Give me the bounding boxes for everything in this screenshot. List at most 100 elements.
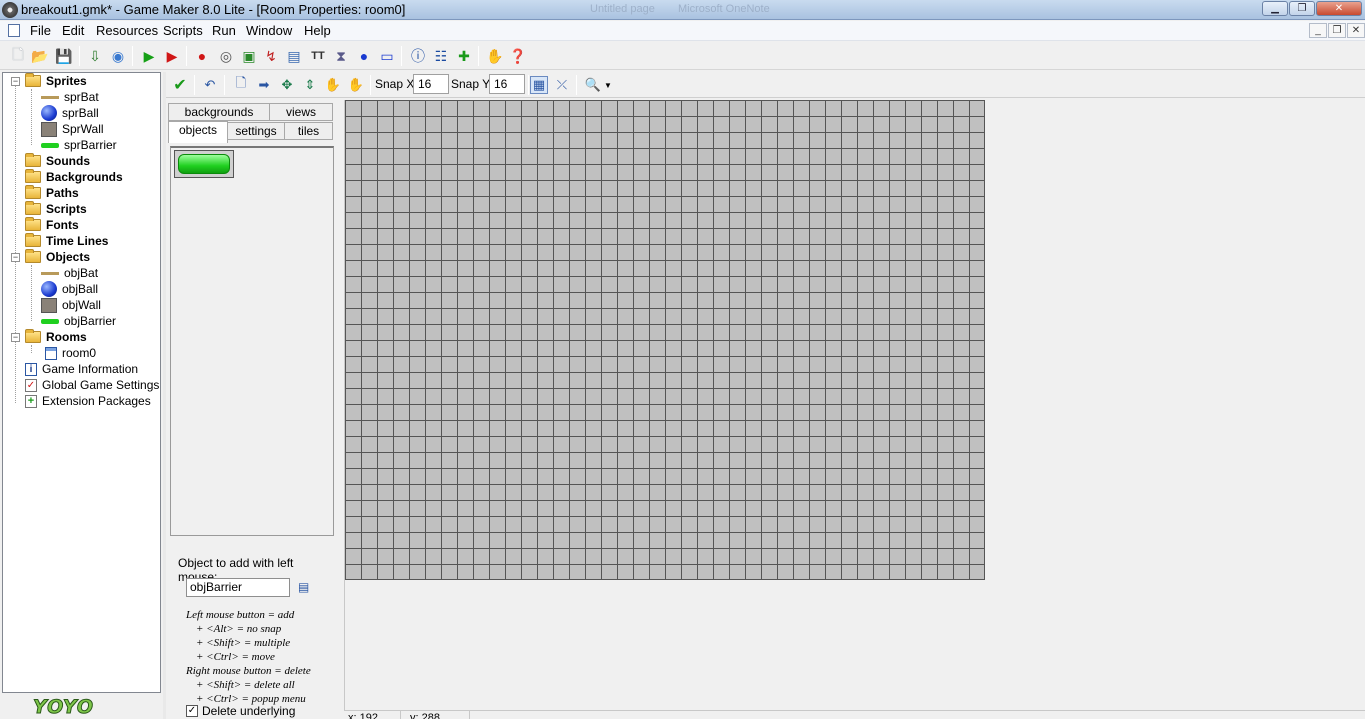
undo-icon[interactable]: ↶: [201, 76, 219, 94]
tree-item-room0[interactable]: room0: [45, 345, 96, 361]
expander-objects[interactable]: −: [11, 253, 20, 262]
tree-item-label: objWall: [62, 298, 101, 312]
menu-file[interactable]: File: [30, 23, 51, 38]
object-select-field[interactable]: objBarrier: [186, 578, 290, 597]
tree-item-objbat[interactable]: objBat: [41, 265, 98, 281]
unlock-instances-icon[interactable]: ✋: [347, 76, 365, 94]
room-grid[interactable]: [345, 100, 985, 580]
create-executable-icon[interactable]: ⇩: [86, 47, 104, 65]
sort-x-icon[interactable]: ✥: [278, 76, 296, 94]
save-icon[interactable]: 💾: [55, 47, 73, 65]
close-button[interactable]: ✕: [1316, 1, 1362, 16]
open-icon[interactable]: 📂: [31, 47, 49, 65]
tree-folder-scripts[interactable]: Scripts: [25, 201, 87, 217]
game-information-icon[interactable]: ⓘ: [409, 47, 427, 65]
tab-tiles[interactable]: tiles: [284, 122, 333, 140]
mdi-document-icon[interactable]: [8, 24, 20, 37]
tab-views[interactable]: views: [269, 103, 333, 121]
room-canvas-area[interactable]: [344, 100, 1365, 711]
tree-folder-fonts[interactable]: Fonts: [25, 217, 79, 233]
toggle-grid-icon[interactable]: ▦: [530, 76, 548, 94]
tree-item-extension-packages[interactable]: + Extension Packages: [25, 393, 151, 409]
tree-folder-paths[interactable]: Paths: [25, 185, 79, 201]
tree-folder-sprites[interactable]: Sprites: [25, 73, 87, 89]
tree-folder-timelines[interactable]: Time Lines: [25, 233, 108, 249]
mdi-minimize-button[interactable]: _: [1309, 23, 1327, 38]
tab-objects[interactable]: objects: [168, 121, 228, 143]
create-font-icon[interactable]: TT: [309, 47, 327, 65]
menu-run[interactable]: Run: [212, 23, 236, 38]
new-icon[interactable]: 🗋: [9, 46, 27, 65]
global-settings-icon[interactable]: ☷: [432, 47, 450, 65]
expander-sprites[interactable]: −: [11, 77, 20, 86]
create-background-icon[interactable]: ▣: [240, 47, 258, 65]
tree-folder-sounds[interactable]: Sounds: [25, 153, 90, 169]
lock-instances-icon[interactable]: ✋: [324, 76, 342, 94]
create-script-icon[interactable]: ▤: [285, 47, 303, 65]
main-toolbar: 🗋 📂 💾 ⇩ ◉ ▶ ▶ ● ◎ ▣ ↯ ▤ TT ⧗ ● ▭ ⓘ ☷ ✚ ✋…: [0, 42, 1365, 70]
gamemaker-app-icon[interactable]: [2, 2, 18, 18]
ok-checkmark-icon[interactable]: ✔: [171, 76, 189, 94]
barrier-object-preview[interactable]: [174, 150, 234, 178]
menu-help[interactable]: Help: [304, 23, 331, 38]
create-sound-icon[interactable]: ◎: [217, 47, 235, 65]
tree-item-sprbarrier[interactable]: sprBarrier: [41, 137, 117, 153]
advanced-mode-icon[interactable]: ✋: [486, 47, 504, 65]
publish-icon[interactable]: ◉: [109, 47, 127, 65]
checkbox-checked-icon[interactable]: ✓: [186, 705, 198, 717]
zoom-icon[interactable]: 🔍: [584, 76, 602, 94]
tab-backgrounds[interactable]: backgrounds: [168, 103, 270, 121]
help-icon[interactable]: ❓: [509, 47, 527, 65]
object-preview-area[interactable]: [170, 146, 334, 536]
tree-item-label: room0: [62, 346, 97, 360]
tree-item-sprwall[interactable]: SprWall: [41, 121, 104, 137]
shift-instances-icon[interactable]: ➡: [255, 76, 273, 94]
bat-object-icon: [41, 271, 59, 275]
extension-packages-icon[interactable]: ✚: [455, 47, 473, 65]
delete-underlying-checkbox[interactable]: ✓ Delete underlying: [186, 704, 295, 718]
mdi-close-button[interactable]: ✕: [1347, 23, 1365, 38]
clear-room-icon[interactable]: 🗋: [232, 75, 250, 94]
sort-y-icon[interactable]: ⇕: [301, 76, 319, 94]
toolbar-separator: [194, 75, 195, 95]
tree-line: [31, 345, 32, 353]
run-icon[interactable]: ▶: [140, 47, 158, 65]
tree-item-objbarrier[interactable]: objBarrier: [41, 313, 116, 329]
menu-resources[interactable]: Resources: [96, 23, 158, 38]
expander-rooms[interactable]: −: [11, 333, 20, 342]
delete-underlying-label: Delete underlying: [202, 704, 296, 718]
run-debug-icon[interactable]: ▶: [163, 47, 181, 65]
menu-window[interactable]: Window: [246, 23, 292, 38]
snap-y-input[interactable]: 16: [489, 74, 525, 94]
help-right-delete: Right mouse button = delete: [186, 665, 311, 677]
tree-item-sprball[interactable]: sprBall: [41, 105, 99, 121]
create-timeline-icon[interactable]: ⧗: [332, 47, 350, 65]
snap-x-input[interactable]: 16: [413, 74, 449, 94]
tree-folder-objects[interactable]: Objects: [25, 249, 90, 265]
browse-object-icon[interactable]: ▤: [298, 580, 312, 594]
tree-item-label: sprBat: [64, 90, 99, 104]
maximize-button[interactable]: ❐: [1289, 1, 1315, 16]
create-object-icon[interactable]: ●: [355, 47, 373, 65]
tab-settings[interactable]: settings: [227, 122, 285, 140]
tree-item-label: sprBarrier: [64, 138, 117, 152]
tree-item-sprbat[interactable]: sprBat: [41, 89, 99, 105]
tree-folder-label: Sounds: [46, 154, 90, 168]
help-left-add: Left mouse button = add: [186, 609, 295, 621]
zoom-dropdown-chevron-icon[interactable]: ▼: [603, 76, 613, 94]
tree-folder-rooms[interactable]: Rooms: [25, 329, 87, 345]
isometric-grid-icon[interactable]: ⤫: [553, 76, 571, 94]
create-sprite-icon[interactable]: ●: [193, 47, 211, 65]
tree-item-objball[interactable]: objBall: [41, 281, 98, 297]
tree-item-global-game-settings[interactable]: ✓ Global Game Settings: [25, 377, 159, 393]
tree-item-objwall[interactable]: objWall: [41, 297, 101, 313]
tree-folder-backgrounds[interactable]: Backgrounds: [25, 169, 123, 185]
menu-edit[interactable]: Edit: [62, 23, 84, 38]
menu-scripts[interactable]: Scripts: [163, 23, 203, 38]
mdi-restore-button[interactable]: ❐: [1328, 23, 1346, 38]
folder-icon: [25, 249, 41, 263]
tree-item-game-information[interactable]: i Game Information: [25, 361, 138, 377]
create-room-icon[interactable]: ▭: [378, 47, 396, 65]
create-path-icon[interactable]: ↯: [262, 47, 280, 65]
minimize-button[interactable]: ▁: [1262, 1, 1288, 16]
